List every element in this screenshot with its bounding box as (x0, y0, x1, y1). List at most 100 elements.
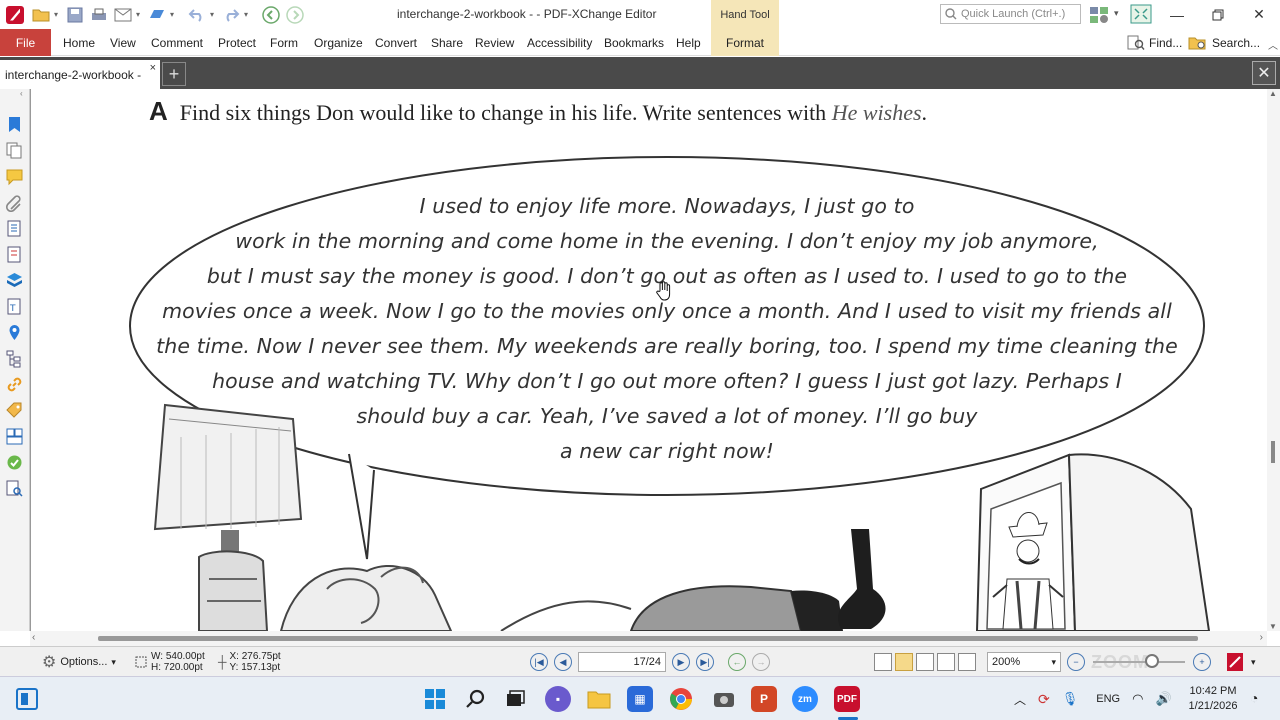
articles-icon[interactable] (5, 427, 24, 446)
pdf-xchange-taskbar-icon[interactable]: PDF (834, 686, 860, 712)
options-button[interactable]: ⚙ Options... ▾ (42, 647, 116, 677)
menu-form[interactable]: Form (270, 29, 298, 56)
sync-icon[interactable]: ⟳ (1038, 691, 1050, 708)
maximize-button[interactable] (1197, 0, 1239, 29)
close-window-button[interactable]: ✕ (1238, 0, 1280, 29)
facing-view-button[interactable] (916, 653, 934, 671)
previous-view-button[interactable]: ← (728, 653, 746, 671)
facing-continuous-view-button[interactable] (937, 653, 955, 671)
properties-icon[interactable] (5, 219, 24, 238)
layers-icon[interactable] (5, 271, 24, 290)
menu-share[interactable]: Share (431, 29, 463, 56)
menu-home[interactable]: Home (63, 29, 95, 56)
notification-icon[interactable]: ◔ (1250, 690, 1258, 706)
scroll-left-icon[interactable]: ‹ (32, 632, 35, 643)
email-icon[interactable] (112, 4, 134, 26)
horizontal-scrollbar[interactable]: ‹ › (30, 631, 1267, 646)
destinations-icon[interactable] (5, 245, 24, 264)
search-icon[interactable] (463, 686, 489, 712)
file-menu[interactable]: File (0, 29, 51, 56)
attachments-icon[interactable] (5, 193, 24, 212)
vertical-scrollbar[interactable]: ▲ ▼ (1267, 89, 1280, 631)
horizontal-scroll-thumb[interactable] (98, 636, 1198, 641)
back-view-icon[interactable] (260, 4, 282, 26)
comments-icon[interactable] (5, 167, 24, 186)
menu-accessibility[interactable]: Accessibility (527, 29, 592, 56)
menu-convert[interactable]: Convert (375, 29, 417, 56)
close-tab-icon[interactable]: × (150, 62, 156, 74)
print-icon[interactable] (88, 4, 110, 26)
save-icon[interactable] (64, 4, 86, 26)
content-icon[interactable]: T (5, 297, 24, 316)
menu-comment[interactable]: Comment (151, 29, 203, 56)
search-button[interactable]: Search... (1188, 29, 1260, 56)
chevron-down-icon[interactable]: ▾ (136, 10, 144, 19)
tab-format[interactable]: Format (711, 29, 779, 56)
pdf-tool-icon[interactable] (1225, 652, 1245, 672)
next-view-button[interactable]: → (752, 653, 770, 671)
task-view-icon[interactable] (502, 686, 528, 712)
menu-organize[interactable]: Organize (314, 29, 363, 56)
wifi-icon[interactable]: ◠ (1132, 691, 1143, 707)
location-pin-icon[interactable] (5, 323, 24, 342)
store-icon[interactable]: ▦ (627, 686, 653, 712)
scroll-down-icon[interactable]: ▼ (1269, 622, 1277, 631)
volume-icon[interactable]: 🔊 (1155, 691, 1171, 707)
collapse-panel-icon[interactable]: ‹ (20, 89, 23, 98)
last-page-button[interactable]: ▶| (696, 653, 714, 671)
redo-icon[interactable] (220, 4, 242, 26)
clock[interactable]: 10:42 PM 1/21/2026 (1183, 684, 1243, 714)
structure-tree-icon[interactable] (5, 349, 24, 368)
file-explorer-icon[interactable] (586, 686, 612, 712)
single-page-view-button[interactable] (874, 653, 892, 671)
tags-icon[interactable] (5, 401, 24, 420)
undo-icon[interactable] (186, 4, 208, 26)
chevron-up-icon[interactable]: ︿ (1014, 691, 1026, 708)
next-page-button[interactable]: ▶ (672, 653, 690, 671)
chevron-down-icon[interactable]: ▾ (170, 10, 178, 19)
scan-icon[interactable] (146, 4, 168, 26)
document-viewport[interactable]: A Find six things Don would like to chang… (30, 89, 1267, 631)
chevron-down-icon[interactable]: ▾ (54, 10, 62, 19)
language-indicator[interactable]: ENG (1096, 693, 1120, 705)
first-page-button[interactable]: |◀ (530, 653, 548, 671)
chat-icon[interactable]: ▪ (545, 686, 571, 712)
menu-view[interactable]: View (110, 29, 136, 56)
chrome-icon[interactable] (668, 686, 694, 712)
continuous-view-button[interactable] (895, 653, 913, 671)
open-folder-icon[interactable] (30, 4, 52, 26)
fit-view-button[interactable] (958, 653, 976, 671)
start-icon[interactable] (422, 686, 448, 712)
scroll-up-icon[interactable]: ▲ (1269, 89, 1277, 98)
previous-page-button[interactable]: ◀ (554, 653, 572, 671)
chevron-down-icon[interactable]: ▾ (1251, 657, 1256, 668)
zoom-out-button[interactable]: − (1067, 653, 1085, 671)
bookmarks-icon[interactable] (5, 115, 24, 134)
menu-help[interactable]: Help (676, 29, 701, 56)
chevron-down-icon[interactable]: ▾ (1114, 8, 1119, 19)
collapse-ribbon-icon[interactable]: ︿ (1268, 37, 1278, 52)
links-icon[interactable] (5, 375, 24, 394)
forward-view-icon[interactable] (284, 4, 306, 26)
signatures-icon[interactable] (5, 453, 24, 472)
camera-icon[interactable] (711, 686, 737, 712)
chevron-down-icon[interactable]: ▾ (244, 10, 252, 19)
zoom-slider-thumb[interactable] (1145, 654, 1159, 668)
menu-protect[interactable]: Protect (218, 29, 256, 56)
close-document-button[interactable]: ✕ (1252, 61, 1276, 85)
menu-review[interactable]: Review (475, 29, 514, 56)
zoom-slider[interactable]: ZOOM (1091, 652, 1187, 672)
page-number-input[interactable]: 17 /24 (578, 652, 666, 672)
widgets-icon[interactable] (16, 688, 38, 710)
document-search-icon[interactable] (5, 479, 24, 498)
vertical-scroll-thumb[interactable] (1271, 441, 1275, 463)
microphone-icon[interactable]: 🎙 (1062, 691, 1079, 707)
zoom-app-icon[interactable]: zm (792, 686, 818, 712)
find-button[interactable]: Find... (1127, 29, 1182, 56)
new-tab-button[interactable]: + (162, 62, 186, 86)
quick-launch-input[interactable]: Quick Launch (Ctrl+.) (940, 4, 1081, 24)
tab-document[interactable]: interchange-2-workbook - × (0, 60, 160, 89)
scroll-right-icon[interactable]: › (1260, 632, 1263, 643)
zoom-in-button[interactable]: + (1193, 653, 1211, 671)
minimize-button[interactable]: — (1156, 0, 1198, 29)
